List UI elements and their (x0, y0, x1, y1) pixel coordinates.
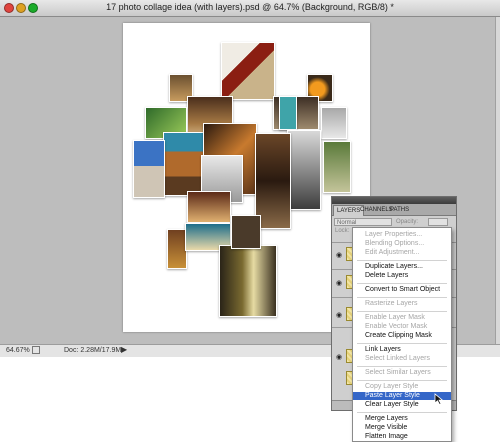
menu-item-convert-to-smart-object[interactable]: Convert to Smart Object (353, 286, 451, 294)
menu-item-merge-layers[interactable]: Merge Layers (353, 415, 451, 423)
blend-mode-select[interactable]: Normal (334, 218, 392, 226)
tab-paths[interactable]: PATHS (387, 205, 412, 215)
eye-icon[interactable]: ◉ (336, 280, 344, 287)
menu-item-create-clipping-mask[interactable]: Create Clipping Mask (353, 332, 451, 340)
panel-tabs: LAYERS CHANNELS PATHS (332, 204, 456, 216)
menu-item-delete-layers[interactable]: Delete Layers (353, 272, 451, 280)
menu-item-blending-options: Blending Options... (365, 240, 425, 247)
menu-separator (357, 297, 447, 298)
menu-item-merge-visible[interactable]: Merge Visible (353, 424, 451, 432)
collage-photo-tower (221, 42, 275, 100)
collage-photo-sky (133, 140, 165, 198)
menu-item-copy-layer-style: Copy Layer Style (365, 383, 419, 390)
menu-separator (357, 380, 447, 381)
collage-photo-right-edge (323, 141, 351, 193)
menu-separator (357, 366, 447, 367)
menu-separator (357, 311, 447, 312)
opacity-label: Opacity: (396, 219, 419, 225)
zoom-level[interactable]: 64.67% (6, 347, 30, 354)
menu-item-enable-layer-mask: Enable Layer Mask (365, 314, 425, 321)
panel-header[interactable] (332, 197, 456, 204)
menu-item-select-linked-layers: Select Linked Layers (365, 355, 430, 362)
menu-separator (357, 343, 447, 344)
eye-icon[interactable]: ◉ (336, 252, 344, 259)
document-size: Doc: 2.28M/17.9M (64, 347, 122, 354)
title-bar: 17 photo collage idea (with layers).psd … (0, 0, 500, 17)
blend-mode-value: Normal (337, 220, 357, 226)
opacity-field[interactable] (428, 218, 448, 226)
eye-icon[interactable]: ◉ (336, 312, 344, 319)
menu-item-edit-adjustment: Edit Adjustment... (365, 249, 420, 256)
menu-item-enable-vector-mask: Enable Vector Mask (365, 323, 428, 330)
collage-photo-lower-mid (231, 215, 261, 249)
collage-photo-teal (279, 96, 297, 130)
menu-item-select-similar-layers: Select Similar Layers (365, 369, 431, 376)
collage-photo-lower-left (167, 229, 187, 269)
menu-item-flatten-image[interactable]: Flatten Image (353, 433, 451, 441)
menu-item-layer-properties: Layer Properties... (365, 231, 423, 238)
menu-separator (357, 260, 447, 261)
menu-item-duplicate-layers[interactable]: Duplicate Layers... (353, 263, 451, 271)
vertical-scrollbar[interactable] (495, 17, 500, 344)
window-title: 17 photo collage idea (with layers).psd … (106, 2, 394, 12)
status-menu-arrow-icon[interactable]: ▶ (121, 345, 127, 354)
collage-photo-bust (321, 107, 347, 139)
menu-separator (357, 283, 447, 284)
layer-context-menu: Layer Properties... Blending Options... … (352, 227, 452, 442)
collage-photo-wine (219, 245, 277, 317)
menu-separator (357, 412, 447, 413)
eye-icon[interactable]: ◉ (336, 354, 344, 361)
menu-item-link-layers[interactable]: Link Layers (353, 346, 451, 354)
collage-photo-woman (287, 130, 321, 210)
menu-item-rasterize-layers: Rasterize Layers (365, 300, 418, 307)
lock-label: Lock: (335, 228, 350, 234)
arrow-pointer-icon (434, 393, 444, 405)
collage-photo-door (187, 191, 231, 223)
status-icon[interactable] (32, 346, 40, 354)
